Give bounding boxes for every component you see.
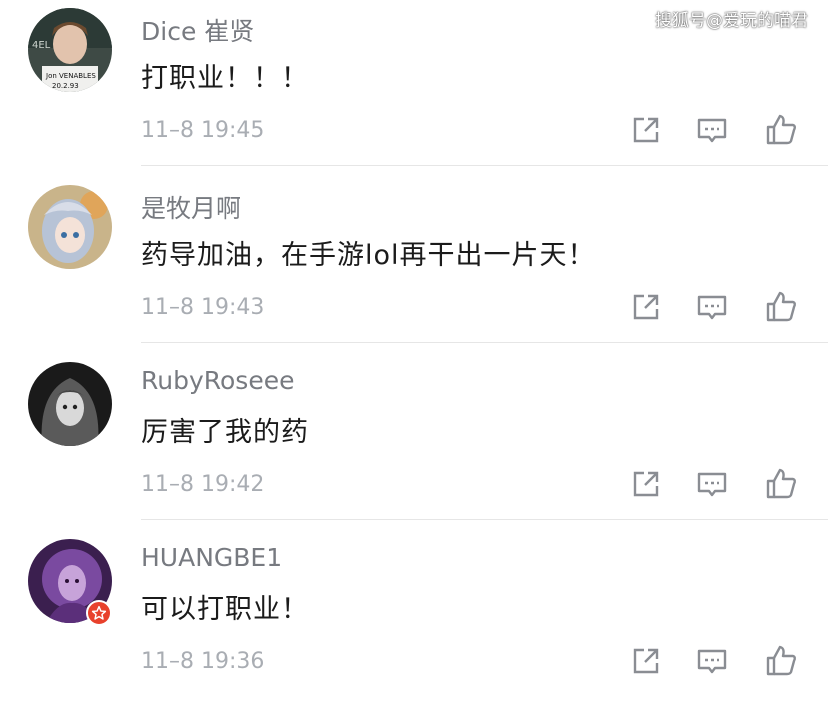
comment-text: 药导加油，在手游lol再干出一片天！ <box>141 240 596 271</box>
comment-text: 打职业！！！ <box>141 63 309 94</box>
timestamp: 11–8 19:42 <box>141 472 265 497</box>
comment-item: 4EL Jon VENABLES 20.2.93 Dice 崔贤 打职业！！！ … <box>0 0 828 177</box>
timestamp: 11–8 19:45 <box>141 118 265 143</box>
svg-text:4EL: 4EL <box>32 40 51 51</box>
comment-icon[interactable] <box>694 643 730 679</box>
username[interactable]: 是牧月啊 <box>141 189 241 225</box>
comment-text: 厉害了我的药 <box>141 417 309 448</box>
comment-icon[interactable] <box>694 289 730 325</box>
svg-text:20.2.93: 20.2.93 <box>52 82 79 90</box>
comment-icon[interactable] <box>694 466 730 502</box>
comment-item: 是牧月啊 药导加油，在手游lol再干出一片天！ 11–8 19:43 <box>0 177 828 354</box>
avatar[interactable] <box>28 362 112 446</box>
timestamp: 11–8 19:43 <box>141 295 265 320</box>
share-icon[interactable] <box>628 289 664 325</box>
share-icon[interactable] <box>628 466 664 502</box>
comment-item: HUANGBE1 可以打职业！ 11–8 19:36 <box>0 531 828 708</box>
star-badge-icon <box>86 600 112 626</box>
divider <box>141 342 828 343</box>
username[interactable]: HUANGBE1 <box>141 543 282 572</box>
thumbs-up-icon[interactable] <box>763 466 799 502</box>
svg-text:Jon VENABLES: Jon VENABLES <box>45 72 96 80</box>
avatar[interactable] <box>28 185 112 269</box>
comment-text: 可以打职业！ <box>141 594 309 625</box>
thumbs-up-icon[interactable] <box>763 112 799 148</box>
divider <box>141 519 828 520</box>
share-icon[interactable] <box>628 112 664 148</box>
username[interactable]: RubyRoseee <box>141 366 294 395</box>
comment-icon[interactable] <box>694 112 730 148</box>
timestamp: 11–8 19:36 <box>141 649 265 674</box>
thumbs-up-icon[interactable] <box>763 289 799 325</box>
share-icon[interactable] <box>628 643 664 679</box>
avatar[interactable]: 4EL Jon VENABLES 20.2.93 <box>28 8 112 92</box>
username[interactable]: Dice 崔贤 <box>141 12 254 48</box>
thumbs-up-icon[interactable] <box>763 643 799 679</box>
comment-item: RubyRoseee 厉害了我的药 11–8 19:42 <box>0 354 828 531</box>
divider <box>141 165 828 166</box>
